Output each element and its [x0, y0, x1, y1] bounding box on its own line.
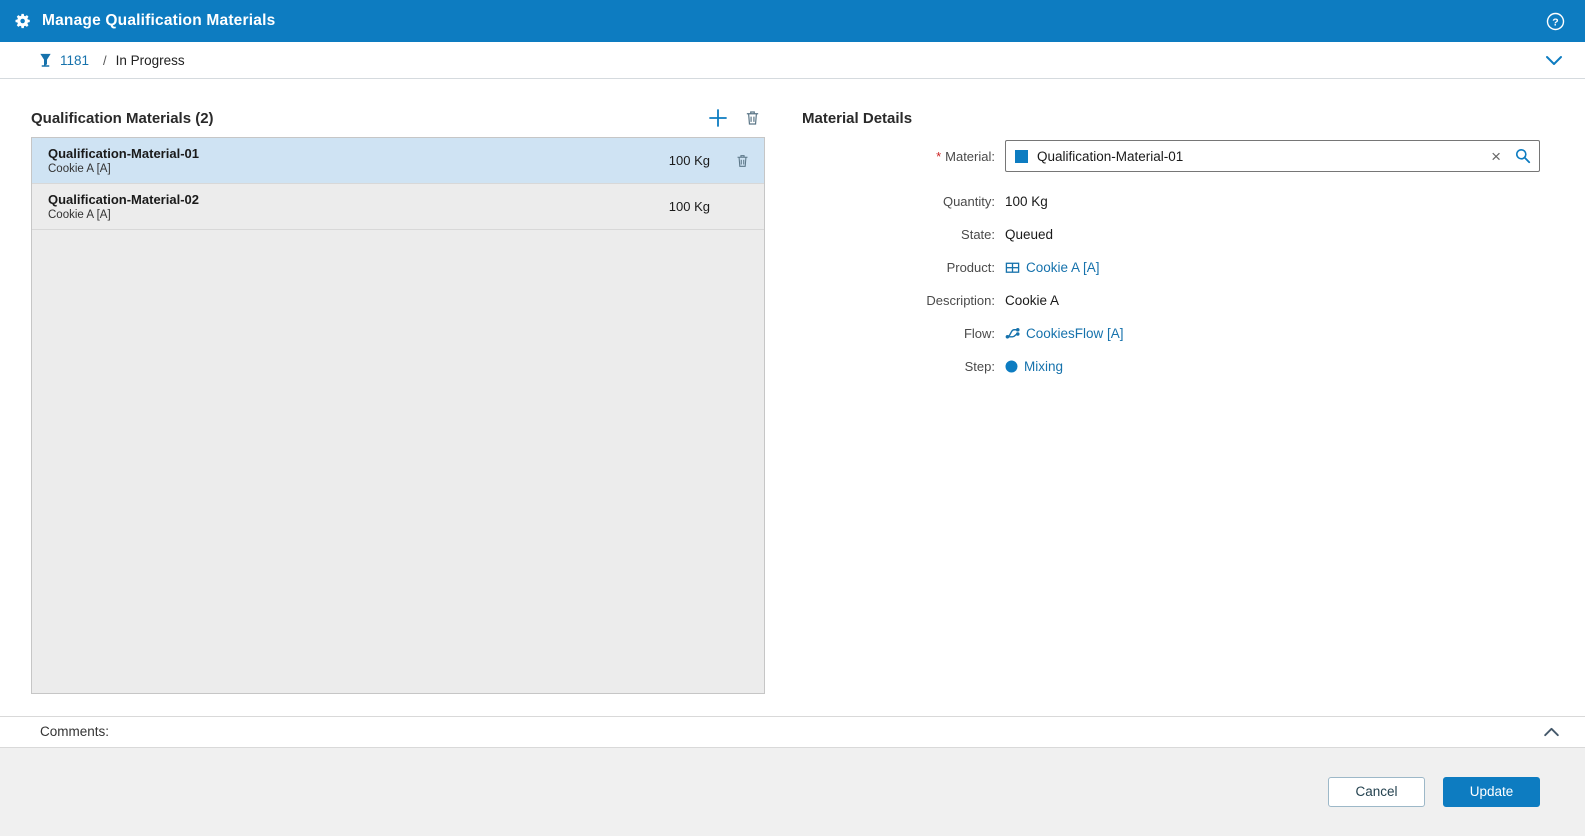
breadcrumb: 1181 / In Progress	[0, 42, 1585, 79]
quantity-row: Quantity: 100 Kg	[802, 185, 1540, 218]
main-content: Qualification Materials (2) Qualificatio…	[0, 79, 1585, 716]
step-label: Step:	[802, 359, 1005, 374]
quantity-value: 100 Kg	[1005, 194, 1540, 209]
page-title: Manage Qualification Materials	[42, 12, 275, 30]
footer-actions: Cancel Update	[0, 748, 1585, 836]
material-subtitle: Cookie A [A]	[48, 209, 669, 221]
cancel-button[interactable]: Cancel	[1328, 777, 1425, 807]
svg-text:?: ?	[1552, 16, 1558, 28]
update-button[interactable]: Update	[1443, 777, 1540, 807]
required-marker: *	[936, 149, 941, 164]
list-item[interactable]: Qualification-Material-01 Cookie A [A] 1…	[32, 138, 764, 184]
comments-label: Comments:	[40, 724, 109, 739]
materials-list: Qualification-Material-01 Cookie A [A] 1…	[31, 137, 765, 694]
material-type-icon	[1015, 150, 1028, 163]
material-name: Qualification-Material-01	[48, 146, 669, 161]
step-icon	[1005, 360, 1018, 373]
row-delete-icon[interactable]	[735, 153, 750, 169]
product-label: Product:	[802, 260, 1005, 275]
product-row: Product: Cookie A [A]	[802, 251, 1540, 284]
search-icon[interactable]	[1515, 148, 1531, 164]
details-title: Material Details	[802, 99, 1540, 137]
chevron-down-icon[interactable]	[1545, 55, 1563, 66]
list-item[interactable]: Qualification-Material-02 Cookie A [A] 1…	[32, 184, 764, 230]
title-bar: Manage Qualification Materials ?	[0, 0, 1585, 42]
list-title: Qualification Materials (2)	[31, 110, 214, 127]
description-row: Description: Cookie A	[802, 284, 1540, 317]
qualification-materials-panel: Qualification Materials (2) Qualificatio…	[31, 99, 765, 716]
material-details-panel: Material Details * Material: ×	[802, 99, 1540, 716]
clear-icon[interactable]: ×	[1485, 148, 1507, 165]
state-value: Queued	[1005, 227, 1540, 242]
product-link[interactable]: Cookie A [A]	[1026, 260, 1100, 275]
material-field-row: * Material: ×	[802, 139, 1540, 173]
state-row: State: Queued	[802, 218, 1540, 251]
help-icon[interactable]: ?	[1546, 12, 1565, 31]
description-value: Cookie A	[1005, 293, 1540, 308]
material-name: Qualification-Material-02	[48, 192, 669, 207]
manage-qualification-materials-window: Manage Qualification Materials ? 1181 / …	[0, 0, 1585, 836]
material-quantity: 100 Kg	[669, 199, 720, 214]
breadcrumb-separator: /	[103, 53, 107, 68]
delete-icon[interactable]	[744, 109, 761, 127]
material-subtitle: Cookie A [A]	[48, 163, 669, 175]
product-icon	[1005, 260, 1020, 275]
flow-link[interactable]: CookiesFlow [A]	[1026, 326, 1124, 341]
gear-icon	[14, 12, 32, 30]
material-picker: ×	[1005, 140, 1540, 172]
material-label: Material:	[945, 149, 995, 164]
add-icon[interactable]	[708, 108, 728, 128]
details-form: *Material: × Quantity	[802, 139, 1540, 383]
list-header: Qualification Materials (2)	[31, 99, 765, 137]
lot-link[interactable]: 1181	[60, 53, 89, 68]
chevron-up-icon[interactable]	[1543, 727, 1560, 737]
flow-label: Flow:	[802, 326, 1005, 341]
state-label: State:	[802, 227, 1005, 242]
flow-row: Flow: CookiesFlow [A]	[802, 317, 1540, 350]
material-input[interactable]	[1037, 149, 1485, 164]
material-quantity: 100 Kg	[669, 153, 720, 168]
flow-icon	[1005, 326, 1020, 341]
quantity-label: Quantity:	[802, 194, 1005, 209]
lot-icon	[38, 52, 53, 68]
breadcrumb-status: In Progress	[116, 53, 185, 68]
description-label: Description:	[802, 293, 1005, 308]
step-row: Step: Mixing	[802, 350, 1540, 383]
step-link[interactable]: Mixing	[1024, 359, 1063, 374]
comments-bar[interactable]: Comments:	[0, 716, 1585, 748]
